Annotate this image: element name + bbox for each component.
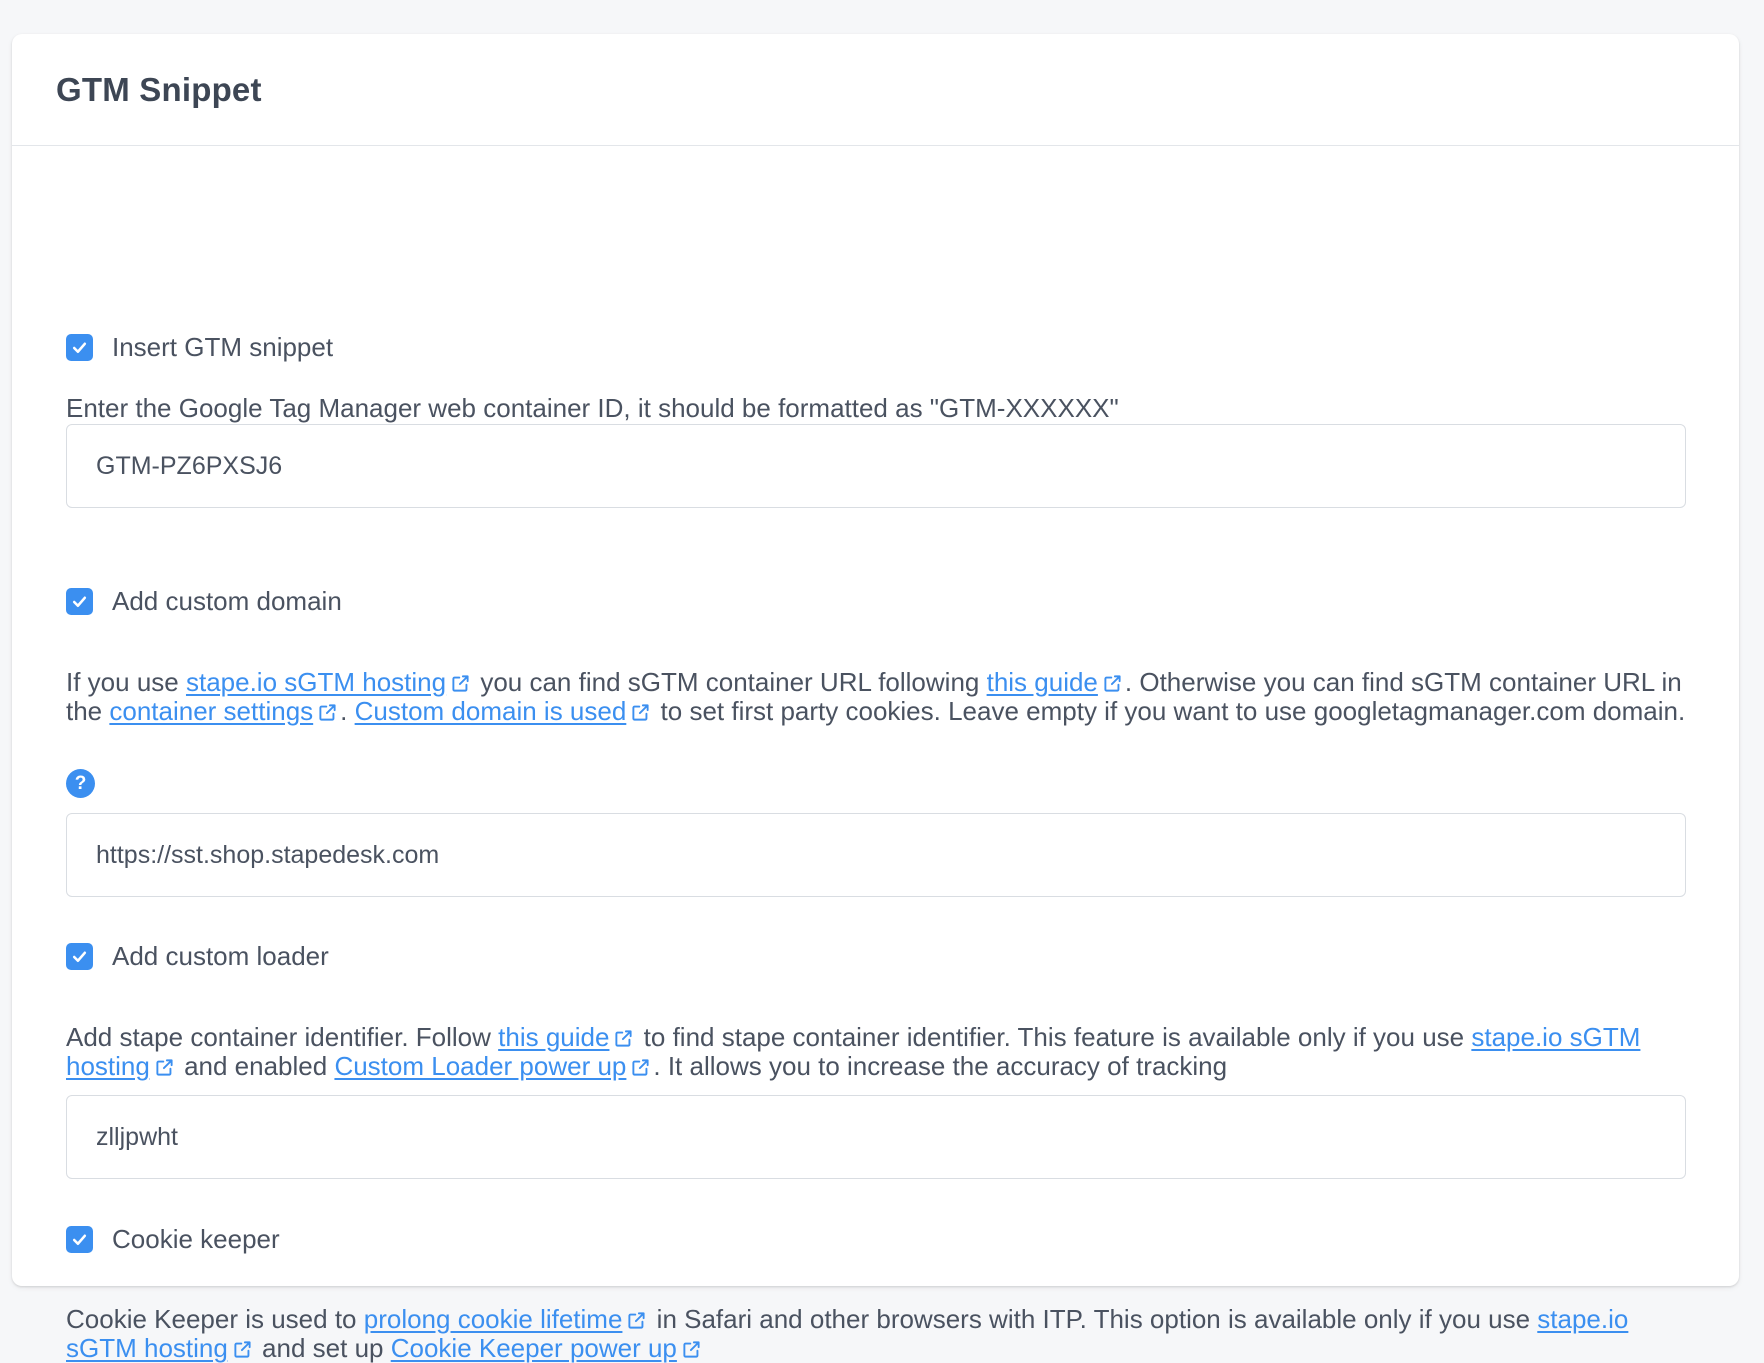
this-guide-link[interactable]: this guide [498,1022,609,1052]
custom-loader-description: Add stape container identifier. Follow t… [66,1023,1706,1081]
container-id-description: Enter the Google Tag Manager web contain… [66,393,1119,423]
container-settings-link[interactable]: container settings [109,696,313,726]
desc-text: If you use [66,667,186,697]
check-icon [72,951,87,962]
custom-loader-checkbox[interactable] [66,942,93,970]
custom-loader-powerup-link[interactable]: Custom Loader power up [334,1051,626,1081]
stape-hosting-link[interactable]: stape.io sGTM hosting [186,667,446,697]
cookie-keeper-checkbox[interactable] [66,1225,93,1253]
external-link-icon [156,1059,173,1076]
custom-domain-row[interactable]: Add custom domain [66,581,342,621]
prolong-cookie-lifetime-link[interactable]: prolong cookie lifetime [364,1304,623,1334]
cookie-keeper-description: Cookie Keeper is used to prolong cookie … [66,1305,1706,1363]
cookie-keeper-label: Cookie keeper [112,1223,280,1254]
desc-text: and enabled [176,1051,335,1081]
custom-loader-row[interactable]: Add custom loader [66,936,329,976]
gtm-snippet-card: GTM Snippet Insert GTM snippet Enter the… [12,34,1739,1363]
check-icon [72,596,87,607]
custom-loader-input[interactable] [66,1095,1686,1179]
external-link-icon [615,1030,633,1047]
desc-text: . [340,696,355,726]
custom-domain-description: If you use stape.io sGTM hosting you can… [66,668,1706,726]
desc-text: you can find sGTM container URL followin… [473,667,987,697]
custom-loader-label: Add custom loader [112,940,329,971]
desc-text: in Safari and other browsers with ITP. T… [649,1304,1538,1334]
custom-domain-input[interactable] [66,813,1686,897]
external-link-icon [1104,675,1121,692]
insert-snippet-row[interactable]: Insert GTM snippet [66,327,333,367]
external-link-icon [319,704,336,721]
external-link-icon [632,704,649,721]
external-link-icon [628,1312,646,1329]
insert-snippet-checkbox[interactable] [66,333,93,361]
desc-text: Add stape container identifier. Follow [66,1022,499,1052]
question-circle-icon[interactable]: ? [66,769,95,798]
check-icon [72,342,87,353]
custom-domain-checkbox[interactable] [66,587,93,615]
container-id-input[interactable] [66,424,1686,508]
insert-snippet-label: Insert GTM snippet [112,331,334,362]
check-icon [72,1234,87,1245]
custom-domain-used-link[interactable]: Custom domain is used [355,696,627,726]
external-link-icon [234,1341,251,1358]
external-link-icon [452,675,469,692]
desc-text: Cookie Keeper is used to [66,1304,364,1334]
external-link-icon [632,1059,649,1076]
desc-text: and set up [254,1333,391,1363]
desc-text: to find stape container identifier. This… [636,1022,1472,1052]
desc-text: to set first party cookies. Leave empty … [653,696,1686,726]
desc-text: . It allows you to increase the accuracy… [653,1051,1228,1081]
cookie-keeper-powerup-link[interactable]: Cookie Keeper power up [391,1333,677,1363]
card-title: GTM Snippet [56,70,262,108]
cookie-keeper-row[interactable]: Cookie keeper [66,1219,280,1259]
card-header: GTM Snippet [12,34,1739,146]
this-guide-link[interactable]: this guide [987,667,1098,697]
external-link-icon [683,1341,700,1358]
custom-domain-label: Add custom domain [112,585,342,616]
